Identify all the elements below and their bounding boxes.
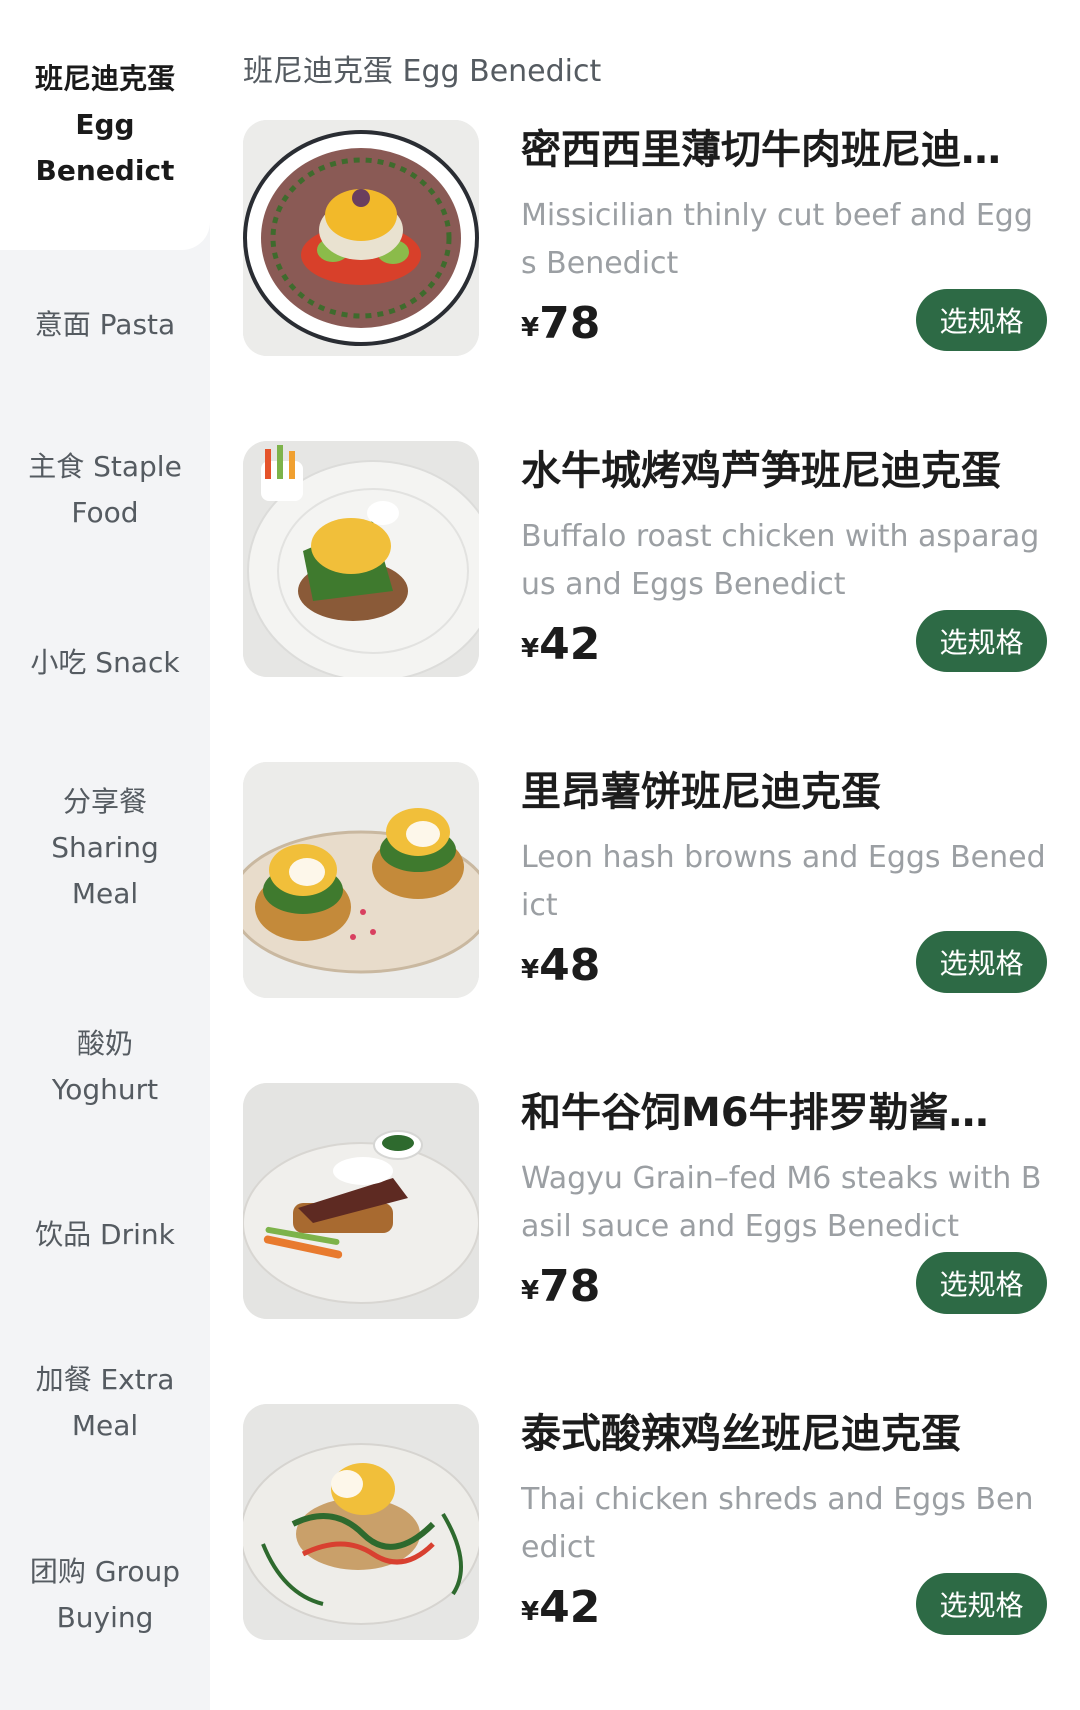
product-name: 泰式酸辣鸡丝班尼迪克蛋 <box>521 1411 961 1457</box>
menu-page: 班尼迪克蛋 Egg Benedict 意面 Pasta 主食 Staple Fo… <box>0 0 1080 1710</box>
category-sidebar: 班尼迪克蛋 Egg Benedict 意面 Pasta 主食 Staple Fo… <box>0 0 210 1710</box>
sidebar-item-label: Meal <box>71 877 139 910</box>
product-description: Wagyu Grain–fed M6 steaks with Basil sau… <box>521 1161 1042 1244</box>
product-card[interactable]: 密西西里薄切牛肉班尼迪… Missicilian thinly cut beef… <box>243 120 1048 360</box>
food-image-icon <box>243 120 479 356</box>
currency-symbol: ¥ <box>521 955 540 985</box>
select-spec-button[interactable]: 选规格 <box>916 610 1047 672</box>
sidebar-item-label: 意面 Pasta <box>34 308 176 341</box>
section-title: 班尼迪克蛋 Egg Benedict <box>243 54 602 89</box>
sidebar-item-sharing-meal[interactable]: 分享餐 Sharing Meal <box>0 768 210 928</box>
price-value: 78 <box>539 1261 601 1312</box>
price-value: 78 <box>539 298 601 349</box>
sidebar-item-label: 团购 Group <box>29 1555 181 1588</box>
food-image-icon <box>243 441 479 677</box>
food-image-icon <box>243 1404 479 1640</box>
select-spec-button[interactable]: 选规格 <box>916 1252 1047 1314</box>
sidebar-item-label: 主食 Staple <box>28 450 182 483</box>
sidebar-item-staple-food[interactable]: 主食 Staple Food <box>0 435 210 545</box>
product-price: ¥48 <box>521 940 600 991</box>
food-image-icon <box>243 1083 479 1319</box>
sidebar-item-label: 分享餐 <box>62 785 147 818</box>
currency-symbol: ¥ <box>521 634 540 664</box>
product-price: ¥78 <box>521 298 600 349</box>
currency-symbol: ¥ <box>521 1276 540 1306</box>
product-name: 水牛城烤鸡芦笋班尼迪克蛋 <box>521 448 1001 494</box>
product-description: Buffalo roast chicken with asparagus and… <box>521 519 1040 602</box>
product-name: 密西西里薄切牛肉班尼迪… <box>521 127 1001 173</box>
sidebar-item-label: 小吃 Snack <box>30 646 180 679</box>
product-price: ¥42 <box>521 1582 600 1633</box>
sidebar-item-label: 加餐 Extra <box>35 1363 175 1396</box>
product-name: 和牛谷饲M6牛排罗勒酱… <box>521 1090 989 1136</box>
product-card[interactable]: 水牛城烤鸡芦笋班尼迪克蛋 Buffalo roast chicken with … <box>243 441 1048 681</box>
sidebar-item-label: Buying <box>56 1601 154 1634</box>
sidebar-item-label: 饮品 Drink <box>35 1218 175 1251</box>
product-description: Thai chicken shreds and Eggs Benedict <box>521 1482 1034 1565</box>
sidebar-item-drink[interactable]: 饮品 Drink <box>0 1190 210 1280</box>
select-spec-button[interactable]: 选规格 <box>916 1573 1047 1635</box>
price-value: 48 <box>539 940 601 991</box>
sidebar-item-label: Benedict <box>35 154 175 187</box>
currency-symbol: ¥ <box>521 313 540 343</box>
price-value: 42 <box>539 1582 601 1633</box>
active-tab-corner <box>0 250 210 280</box>
sidebar-item-label: Yoghurt <box>51 1073 159 1106</box>
select-spec-button[interactable]: 选规格 <box>916 931 1047 993</box>
sidebar-item-label: Sharing <box>51 831 159 864</box>
beef-benedict-photo[interactable] <box>243 120 479 356</box>
wagyu-steak-benedict-photo[interactable] <box>243 1083 479 1319</box>
sidebar-item-egg-benedict[interactable]: 班尼迪克蛋 Egg Benedict <box>0 0 210 250</box>
sidebar-item-snack[interactable]: 小吃 Snack <box>0 618 210 708</box>
product-description: Missicilian thinly cut beef and Eggs Ben… <box>521 198 1033 281</box>
product-price: ¥42 <box>521 619 600 670</box>
sidebar-item-label: Food <box>71 496 139 529</box>
price-value: 42 <box>539 619 601 670</box>
sidebar-item-label: Meal <box>71 1409 139 1442</box>
chicken-asparagus-benedict-photo[interactable] <box>243 441 479 677</box>
sidebar-item-pasta[interactable]: 意面 Pasta <box>0 280 210 370</box>
product-price: ¥78 <box>521 1261 600 1312</box>
product-name: 里昂薯饼班尼迪克蛋 <box>521 769 881 815</box>
sidebar-item-yoghurt[interactable]: 酸奶 Yoghurt <box>0 1012 210 1122</box>
sidebar-item-group-buying[interactable]: 团购 Group Buying <box>0 1540 210 1650</box>
product-description: Leon hash browns and Eggs Benedict <box>521 840 1046 923</box>
thai-chicken-benedict-photo[interactable] <box>243 1404 479 1640</box>
product-card[interactable]: 里昂薯饼班尼迪克蛋 Leon hash browns and Eggs Bene… <box>243 762 1048 1002</box>
product-card[interactable]: 泰式酸辣鸡丝班尼迪克蛋 Thai chicken shreds and Eggs… <box>243 1404 1048 1644</box>
select-spec-button[interactable]: 选规格 <box>916 289 1047 351</box>
sidebar-item-label: 酸奶 <box>76 1027 133 1060</box>
hash-brown-benedict-photo[interactable] <box>243 762 479 998</box>
sidebar-item-label: 班尼迪克蛋 <box>34 62 175 95</box>
product-card[interactable]: 和牛谷饲M6牛排罗勒酱… Wagyu Grain–fed M6 steaks w… <box>243 1083 1048 1323</box>
sidebar-item-label: Egg <box>75 108 135 141</box>
currency-symbol: ¥ <box>521 1597 540 1627</box>
food-image-icon <box>243 762 479 998</box>
sidebar-item-extra-meal[interactable]: 加餐 Extra Meal <box>0 1348 210 1458</box>
